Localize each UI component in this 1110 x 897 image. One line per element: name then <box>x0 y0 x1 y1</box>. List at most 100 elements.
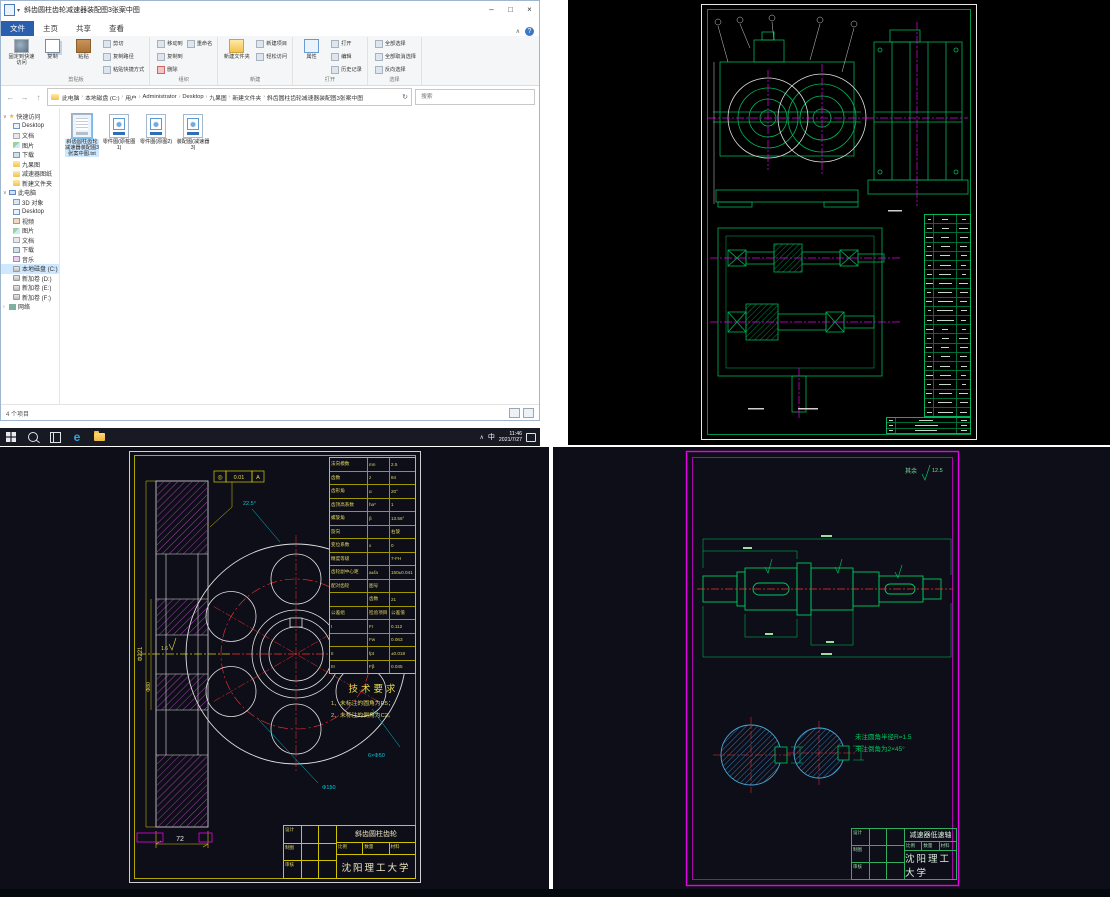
forward-icon[interactable]: → <box>19 93 30 102</box>
breadcrumb-item[interactable]: Administrator <box>143 94 177 100</box>
ribbon-button-label: 重命名 <box>197 40 213 47</box>
breadcrumb-item[interactable]: 九果图 <box>209 93 226 102</box>
explorer-button[interactable] <box>88 428 110 446</box>
ribbon-button[interactable]: 复制路径 <box>101 50 146 63</box>
sidebar-item[interactable]: Desktop <box>1 122 59 132</box>
sidebar-item[interactable]: 文档 <box>1 236 59 246</box>
sidebar-item[interactable]: 本地磁盘 (C:) <box>1 264 59 274</box>
breadcrumb[interactable]: 此电脑›本地磁盘 (C:)›用户›Administrator›Desktop›九… <box>47 88 412 106</box>
ribbon-tab[interactable]: 主页 <box>34 21 67 36</box>
disk-icon <box>13 285 20 291</box>
ribbon-button[interactable]: 剪切 <box>101 37 146 50</box>
up-icon[interactable]: ↑ <box>33 93 44 102</box>
maximize-button[interactable]: □ <box>501 1 520 19</box>
parts-list-cell <box>957 270 970 278</box>
file-item[interactable]: 斜齿圆柱齿轮减速器装配图3张案中图.txt <box>65 114 99 157</box>
ribbon-button[interactable]: 新建文件夹 <box>221 37 252 76</box>
file-item[interactable]: 装配图(减速器3) <box>176 114 210 157</box>
quick-access-toolbar-icon[interactable]: ▾ <box>17 7 20 14</box>
search-input[interactable] <box>419 93 531 101</box>
thumbnail-view-icon[interactable] <box>523 408 534 418</box>
ribbon-button[interactable]: 复制 <box>37 37 68 76</box>
ribbon-button[interactable]: 轻松访问 <box>254 50 289 63</box>
edge-button[interactable]: e <box>66 428 88 446</box>
breadcrumb-item[interactable]: 用户 <box>125 93 137 102</box>
sidebar-section-header[interactable]: ∨此电脑 <box>1 188 59 198</box>
start-button[interactable] <box>0 428 22 446</box>
ribbon-collapse-icon[interactable]: ∧ <box>516 28 520 35</box>
ime-indicator[interactable]: 中 <box>488 432 495 442</box>
sidebar-item[interactable]: 音乐 <box>1 255 59 265</box>
text-smudge <box>959 393 968 394</box>
ribbon-button[interactable]: 历史记录 <box>329 63 364 76</box>
ribbon-button[interactable]: 全部选择 <box>373 37 418 50</box>
search-button[interactable] <box>22 428 44 446</box>
help-icon[interactable]: ? <box>525 27 534 36</box>
task-view-button[interactable] <box>44 428 66 446</box>
sidebar-section-header[interactable]: ∨★快速访问 <box>1 112 59 122</box>
ribbon-button[interactable]: 编辑 <box>329 50 364 63</box>
search-box[interactable] <box>415 89 535 105</box>
sidebar-item[interactable]: 3D 对象 <box>1 198 59 208</box>
parts-list-cell <box>957 215 970 223</box>
sidebar-item[interactable]: 减速器图纸 <box>1 169 59 179</box>
video-icon <box>13 218 20 224</box>
title-block-cell <box>319 826 336 843</box>
ribbon-tab[interactable]: 查看 <box>100 21 133 36</box>
sidebar-item-label: 九果图 <box>22 160 40 169</box>
ribbon-button[interactable]: 属性 <box>296 37 327 76</box>
ribbon-tab[interactable]: 共享 <box>67 21 100 36</box>
breadcrumb-item[interactable]: 此电脑 <box>62 93 79 102</box>
details-view-icon[interactable] <box>509 408 520 418</box>
task-view-icon <box>50 432 61 443</box>
ribbon-button[interactable]: 全部取消选择 <box>373 50 418 63</box>
sidebar-item[interactable]: 下载 <box>1 150 59 160</box>
sidebar-item[interactable]: 新加卷 (D:) <box>1 274 59 284</box>
ribbon-tab[interactable]: 文件 <box>1 21 34 36</box>
ribbon-button[interactable]: 粘贴快捷方式 <box>101 63 146 76</box>
sidebar-item[interactable]: 图片 <box>1 226 59 236</box>
tray-chevron-icon[interactable]: ∧ <box>480 434 484 441</box>
breadcrumb-item[interactable]: 新建文件夹 <box>232 93 261 102</box>
sidebar-item[interactable]: 文档 <box>1 131 59 141</box>
ribbon-button[interactable]: 删除 <box>155 63 185 76</box>
gdt-symbol: ◎ <box>217 475 222 481</box>
gear-table-cell: α <box>368 485 390 498</box>
sidebar-item[interactable]: 下载 <box>1 245 59 255</box>
sidebar-item[interactable]: 新建文件夹 <box>1 179 59 189</box>
ribbon-button[interactable]: 固定到快速访问 <box>6 37 37 76</box>
dim-angle: 22.5° <box>243 501 256 507</box>
sidebar-item[interactable]: 新加卷 (E:) <box>1 283 59 293</box>
text-smudge <box>960 301 967 302</box>
breadcrumb-item[interactable]: 本地磁盘 (C:) <box>85 93 119 102</box>
action-center-icon[interactable] <box>526 433 536 442</box>
breadcrumb-item[interactable]: Desktop <box>182 94 203 100</box>
sidebar-item[interactable]: 九果图 <box>1 160 59 170</box>
ribbon-button[interactable]: 打开 <box>329 37 364 50</box>
sidebar-section-header[interactable]: ›网络 <box>1 302 59 312</box>
sidebar-item[interactable]: 图片 <box>1 141 59 151</box>
breadcrumb-item[interactable]: 斜齿圆柱齿轮减速器装配图3张案中图 <box>267 93 363 102</box>
ribbon-button[interactable]: 反向选择 <box>373 63 418 76</box>
ribbon-group-body: 全部选择全部取消选择反向选择 <box>371 37 418 76</box>
ribbon-button-label: 全部选择 <box>385 40 406 47</box>
file-item[interactable]: 零件图(原图2) <box>139 114 173 157</box>
ribbon-button[interactable]: 移动到 <box>155 37 185 50</box>
clock[interactable]: 11:46 2021/7/27 <box>499 431 522 443</box>
title-block-mid: 比例数量材料 <box>905 842 956 851</box>
gear-table-row: 旋向右旋 <box>330 526 415 540</box>
sidebar-item[interactable]: Desktop <box>1 207 59 217</box>
back-icon[interactable]: ← <box>5 93 16 102</box>
screenshot-root: ▾ 斜齿圆柱齿轮减速器装配图3张案中图 – □ × 文件主页共享查看 ∧ ? 固… <box>0 0 1110 897</box>
refresh-icon[interactable]: ↻ <box>402 93 408 101</box>
minimize-button[interactable]: – <box>482 1 501 19</box>
ribbon-button[interactable]: 重命名 <box>185 37 215 50</box>
ribbon-button[interactable]: 粘贴 <box>68 37 99 76</box>
ribbon-button[interactable]: 复制到 <box>155 50 185 63</box>
sidebar-item[interactable]: 新加卷 (F:) <box>1 293 59 303</box>
ribbon-button[interactable]: 新建项目 <box>254 37 289 50</box>
gear-table-cell: 图号 <box>368 580 390 593</box>
sidebar-item[interactable]: 视频 <box>1 217 59 227</box>
file-item[interactable]: 零件图(原桩图1) <box>102 114 136 157</box>
close-button[interactable]: × <box>520 1 539 19</box>
